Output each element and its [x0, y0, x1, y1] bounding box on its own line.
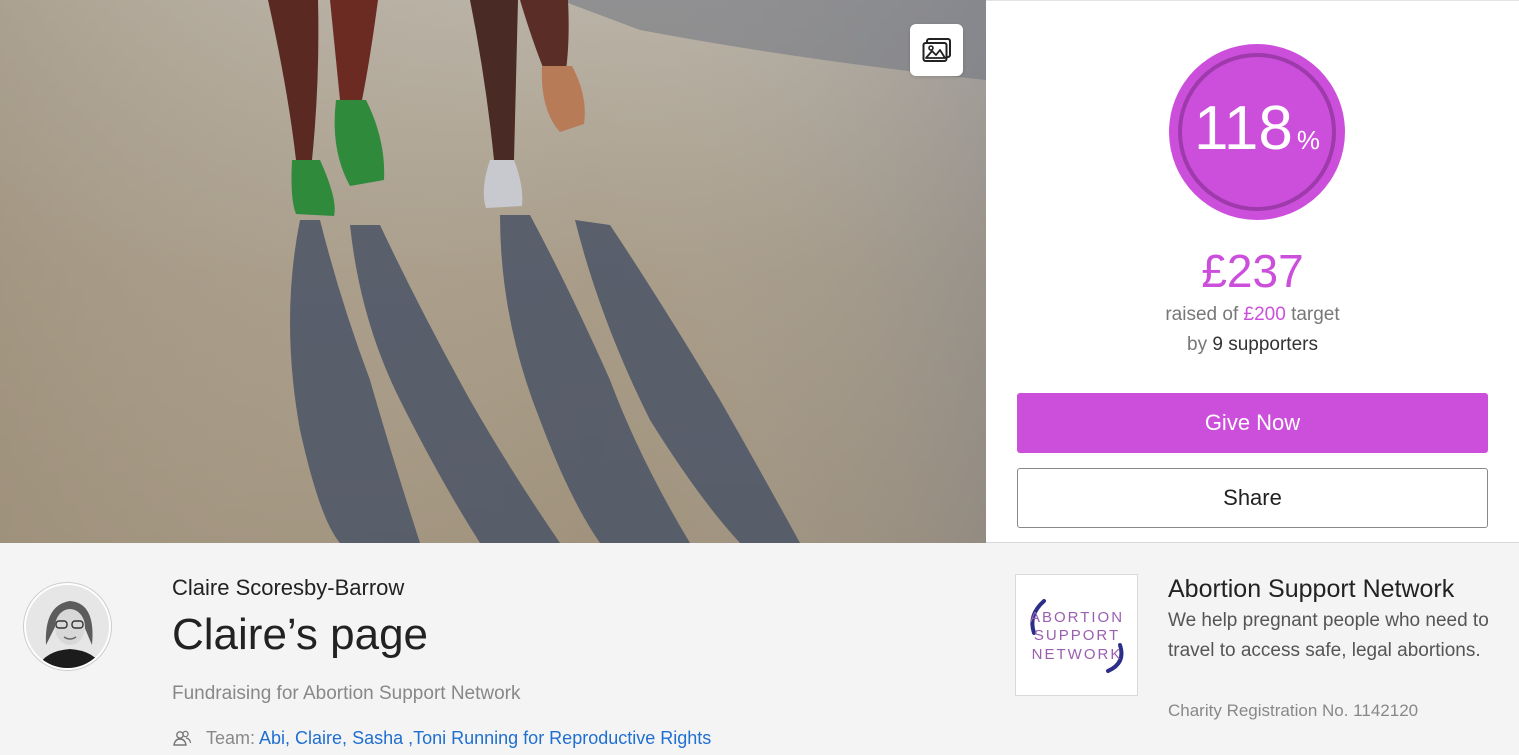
team-line: Team: Abi, Claire, Sasha ,Toni Running f…	[172, 726, 711, 750]
svg-text:ABORTION: ABORTION	[1030, 609, 1124, 626]
charity-registration: Charity Registration No. 1142120	[1168, 701, 1419, 720]
page-header: 118% £237 raised of £200 target by 9 sup…	[0, 0, 1519, 543]
share-button[interactable]: Share	[1017, 468, 1488, 528]
charity-name[interactable]: Abortion Support Network	[1168, 574, 1454, 604]
supporters-count: 9 supporters	[1212, 334, 1318, 355]
team-label: Team:	[206, 728, 256, 748]
target-line: raised of £200 target	[1165, 304, 1340, 325]
svg-text:SUPPORT: SUPPORT	[1034, 627, 1120, 644]
avatar-photo	[26, 585, 109, 668]
runners-photo	[0, 0, 986, 543]
target-amount: £200	[1243, 304, 1286, 325]
hero-image	[0, 0, 986, 543]
image-gallery-icon	[922, 38, 951, 62]
amount-raised: £237	[1201, 245, 1304, 297]
avatar	[24, 583, 111, 670]
fundraising-for: Fundraising for Abortion Support Network	[172, 683, 521, 704]
charity-description: We help pregnant people who need to trav…	[1168, 610, 1489, 661]
abortion-support-network-logo: ABORTION SUPPORT NETWORK	[1030, 599, 1124, 673]
fundraiser-owner: Claire Scoresby-Barrow	[172, 575, 405, 600]
donation-panel: 118% £237 raised of £200 target by 9 sup…	[986, 0, 1519, 543]
percent-sign: %	[1296, 125, 1320, 155]
svg-text:NETWORK: NETWORK	[1032, 646, 1123, 663]
team-link[interactable]: Abi, Claire, Sasha ,Toni Running for Rep…	[259, 726, 711, 750]
supporters-line: by 9 supporters	[1187, 334, 1318, 355]
gallery-button[interactable]	[910, 24, 963, 76]
progress-ring: 118%	[1169, 44, 1345, 220]
progress-percent: 118%	[1194, 94, 1320, 163]
page-title: Claire’s page	[172, 610, 429, 659]
give-now-button[interactable]: Give Now	[1017, 393, 1488, 453]
team-icon	[173, 730, 192, 746]
charity-logo[interactable]: ABORTION SUPPORT NETWORK	[1015, 574, 1138, 696]
